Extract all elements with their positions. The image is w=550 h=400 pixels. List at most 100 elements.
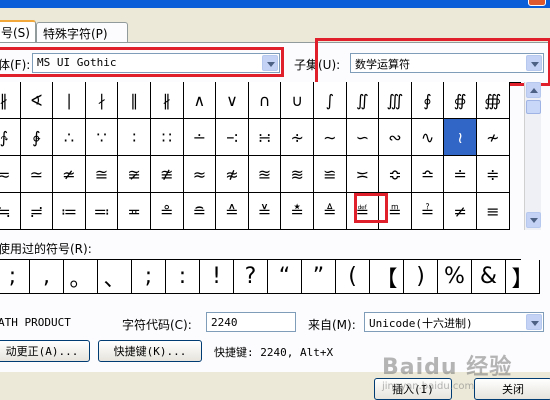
- symbol-cell[interactable]: ≝: [346, 193, 380, 230]
- character-name: ATH PRODUCT: [0, 316, 71, 329]
- symbol-cell[interactable]: ≆: [118, 156, 151, 193]
- symbol-cell[interactable]: ∧: [183, 82, 217, 119]
- tab-symbols[interactable]: 号(S): [0, 20, 36, 42]
- symbol-cell[interactable]: ≎: [379, 156, 412, 193]
- symbol-cell[interactable]: ∫: [314, 82, 347, 119]
- symbol-cell[interactable]: ≊: [248, 156, 282, 193]
- symbol-cell[interactable]: ≃: [20, 156, 54, 193]
- symbol-cell[interactable]: ≐: [444, 156, 477, 193]
- scroll-thumb[interactable]: [526, 100, 541, 114]
- scroll-up-button[interactable]: [526, 82, 541, 98]
- symbol-cell[interactable]: ≈: [183, 156, 217, 193]
- chevron-down-icon[interactable]: [262, 55, 278, 71]
- recent-symbol-cell[interactable]: ;: [0, 260, 30, 294]
- symbol-cell[interactable]: ≀: [444, 119, 477, 156]
- recent-symbol-cell[interactable]: ?: [234, 260, 268, 294]
- symbol-cell[interactable]: ∦: [0, 82, 21, 119]
- symbol-cell[interactable]: ∺: [248, 119, 282, 156]
- tab-special-characters[interactable]: 特殊字符(P): [36, 22, 128, 42]
- symbol-cell[interactable]: ≜: [314, 193, 347, 230]
- symbol-cell[interactable]: ∹: [216, 119, 249, 156]
- symbol-cell[interactable]: ≛: [281, 193, 314, 230]
- recent-symbol-cell[interactable]: 】: [506, 260, 540, 294]
- recent-symbol-cell[interactable]: !: [200, 260, 234, 294]
- symbol-cell[interactable]: ∱: [0, 119, 21, 156]
- symbol-cell[interactable]: ≓: [20, 193, 54, 230]
- symbol-cell[interactable]: ≞: [379, 193, 412, 230]
- symbol-cell[interactable]: ∮: [411, 82, 445, 119]
- recent-symbol-cell[interactable]: %: [438, 260, 472, 294]
- symbol-cell[interactable]: ∭: [379, 82, 412, 119]
- symbol-cell[interactable]: ≕: [85, 193, 119, 230]
- symbol-cell[interactable]: ≙: [216, 193, 249, 230]
- symbol-cell[interactable]: ≟: [411, 193, 445, 230]
- recent-symbol-cell[interactable]: ,: [30, 260, 64, 294]
- symbol-cell[interactable]: ≍: [346, 156, 380, 193]
- recent-symbol-cell[interactable]: 。: [64, 260, 98, 294]
- symbol-cell[interactable]: ≉: [216, 156, 249, 193]
- font-combo[interactable]: MS UI Gothic: [32, 53, 280, 73]
- symbol-cell[interactable]: ≑: [477, 156, 510, 193]
- recent-symbol-cell[interactable]: “: [268, 260, 302, 294]
- symbol-cell[interactable]: ∸: [183, 119, 217, 156]
- symbol-cell[interactable]: ∿: [411, 119, 445, 156]
- symbol-cell[interactable]: ∨: [216, 82, 249, 119]
- recent-symbol-cell[interactable]: ): [404, 260, 438, 294]
- symbol-cell[interactable]: ∶: [118, 119, 151, 156]
- grid-scrollbar[interactable]: [524, 82, 541, 230]
- symbol-cell[interactable]: ≒: [0, 193, 21, 230]
- recent-symbol-cell[interactable]: &: [472, 260, 506, 294]
- symbol-cell[interactable]: ≁: [477, 119, 510, 156]
- symbol-cell[interactable]: ≔: [53, 193, 86, 230]
- recent-symbol-cell[interactable]: (: [336, 260, 370, 294]
- symbol-cell[interactable]: ∰: [477, 82, 510, 119]
- char-code-label: 字符代码(C):: [122, 318, 192, 332]
- symbol-cell[interactable]: ∾: [379, 119, 412, 156]
- symbol-cell[interactable]: ∼: [314, 119, 347, 156]
- recent-symbol-cell[interactable]: 、: [98, 260, 132, 294]
- chevron-down-icon[interactable]: [526, 314, 542, 330]
- shortcut-text: 快捷键: 2240, Alt+X: [214, 346, 334, 359]
- symbol-cell[interactable]: ≅: [85, 156, 119, 193]
- symbol-cell[interactable]: ∣: [53, 82, 86, 119]
- symbol-cell[interactable]: ≚: [248, 193, 282, 230]
- recent-symbol-cell[interactable]: 【: [370, 260, 404, 294]
- symbol-cell[interactable]: ≋: [281, 156, 314, 193]
- symbol-cell[interactable]: ∬: [346, 82, 380, 119]
- symbol-cell[interactable]: ∥: [118, 82, 151, 119]
- recent-symbol-cell[interactable]: ”: [302, 260, 336, 294]
- recent-symbol-cell[interactable]: ;: [132, 260, 166, 294]
- symbol-cell[interactable]: ≘: [183, 193, 217, 230]
- from-combo[interactable]: Unicode(十六进制): [364, 312, 544, 332]
- symbol-cell[interactable]: ≂: [0, 156, 21, 193]
- symbol-cell[interactable]: ≠: [444, 193, 477, 230]
- chevron-down-icon[interactable]: [526, 55, 542, 71]
- recent-symbol-cell[interactable]: :: [166, 260, 200, 294]
- autocorrect-button[interactable]: 动更正(A)...: [0, 340, 90, 362]
- subset-combo[interactable]: 数学运算符: [350, 53, 544, 73]
- symbol-cell[interactable]: ∩: [248, 82, 282, 119]
- shortcut-key-button[interactable]: 快捷键(K)...: [98, 340, 202, 362]
- symbol-cell[interactable]: ≄: [53, 156, 86, 193]
- symbol-cell[interactable]: ∤: [85, 82, 119, 119]
- symbol-cell[interactable]: ∻: [281, 119, 314, 156]
- symbol-cell[interactable]: ≡: [477, 193, 510, 230]
- symbol-cell[interactable]: ≗: [151, 193, 184, 230]
- close-window-button[interactable]: [528, 0, 546, 6]
- symbol-cell[interactable]: ∢: [20, 82, 54, 119]
- symbol-cell[interactable]: ∦: [151, 82, 184, 119]
- char-code-input[interactable]: 2240: [206, 312, 296, 332]
- symbol-cell[interactable]: ∴: [53, 119, 86, 156]
- symbol-cell[interactable]: ≏: [411, 156, 445, 193]
- symbol-cell[interactable]: ≇: [151, 156, 184, 193]
- symbol-cell[interactable]: ∯: [444, 82, 477, 119]
- symbol-cell[interactable]: ∽: [346, 119, 380, 156]
- symbol-cell[interactable]: ∪: [281, 82, 314, 119]
- symbol-cell[interactable]: ∲: [20, 119, 54, 156]
- watermark-subtext: jingyan.baidu.com: [382, 381, 475, 392]
- symbol-cell[interactable]: ∷: [151, 119, 184, 156]
- symbol-cell[interactable]: ≌: [314, 156, 347, 193]
- symbol-cell[interactable]: ∵: [85, 119, 119, 156]
- symbol-cell[interactable]: ≖: [118, 193, 151, 230]
- scroll-down-button[interactable]: [526, 212, 541, 228]
